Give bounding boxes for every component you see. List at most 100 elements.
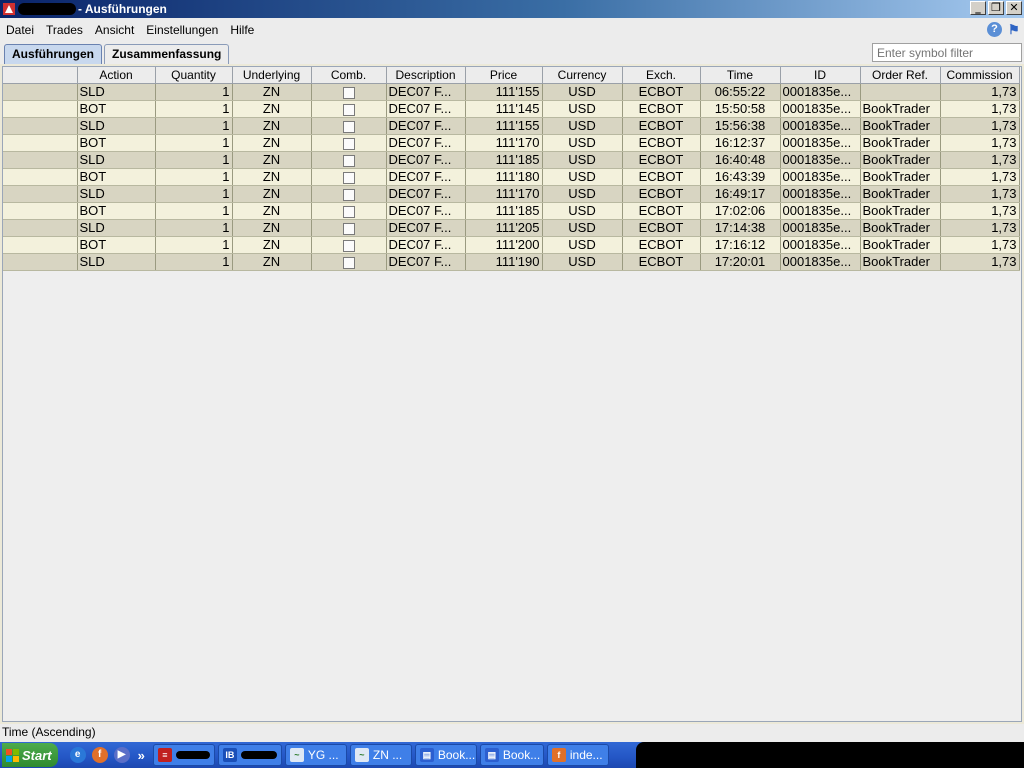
cell-price: 111'170 bbox=[465, 185, 543, 203]
table-row[interactable]: SLD 1 ZN DEC07 F... 111'170 USD ECBOT 16:49:17 0… bbox=[3, 185, 1020, 203]
table-header-row: Action Quantity Underlying Comb. Descrip… bbox=[3, 67, 1020, 84]
task-list: ≡ IB ~ YG ... ~ ZN ... ▤ Book... ▤ Book... f inde..… bbox=[152, 744, 609, 766]
cell-quantity: 1 bbox=[155, 253, 233, 271]
table-row[interactable]: SLD 1 ZN DEC07 F... 111'155 USD ECBOT 15:56:38 0… bbox=[3, 117, 1020, 135]
table-row[interactable]: BOT 1 ZN DEC07 F... 111'200 USD ECBOT 17:16:12 0… bbox=[3, 236, 1020, 254]
taskbar-button[interactable]: ▤ Book... bbox=[479, 744, 544, 766]
cell-action: SLD bbox=[77, 83, 156, 101]
cell-underlying: ZN bbox=[232, 236, 312, 254]
col-header-currency[interactable]: Currency bbox=[542, 67, 623, 84]
redacted-title bbox=[18, 3, 76, 15]
cell-action: BOT bbox=[77, 100, 156, 118]
comb-checkbox[interactable] bbox=[342, 256, 355, 269]
chart-icon: ~ bbox=[289, 748, 304, 762]
cell-action: SLD bbox=[77, 219, 156, 237]
taskbar-button[interactable]: ~ YG ... bbox=[284, 744, 347, 766]
menu-ansicht[interactable]: Ansicht bbox=[95, 23, 134, 37]
cell-description: DEC07 F... bbox=[386, 202, 466, 220]
cell-underlying: ZN bbox=[232, 168, 312, 186]
taskbar-button[interactable]: ≡ bbox=[152, 744, 215, 766]
col-header-exch[interactable]: Exch. bbox=[622, 67, 701, 84]
tab-zusammenfassung[interactable]: Zusammenfassung bbox=[104, 44, 230, 64]
comb-checkbox[interactable] bbox=[342, 222, 355, 235]
menu-hilfe[interactable]: Hilfe bbox=[230, 23, 254, 37]
col-header-price[interactable]: Price bbox=[465, 67, 543, 84]
cell-time: 17:14:38 bbox=[700, 219, 781, 237]
table-row[interactable]: BOT 1 ZN DEC07 F... 111'170 USD ECBOT 16:12:37 0… bbox=[3, 134, 1020, 152]
tab-ausfuehrungen[interactable]: Ausführungen bbox=[4, 44, 102, 64]
cell-comb bbox=[311, 151, 387, 169]
cell-action: BOT bbox=[77, 168, 156, 186]
table-row[interactable]: BOT 1 ZN DEC07 F... 111'145 USD ECBOT 15:50:58 0… bbox=[3, 100, 1020, 118]
cell-action: SLD bbox=[77, 151, 156, 169]
comb-checkbox[interactable] bbox=[342, 137, 355, 150]
col-header-quantity[interactable]: Quantity bbox=[155, 67, 233, 84]
table-row[interactable]: SLD 1 ZN DEC07 F... 111'190 USD ECBOT 17:20:01 0… bbox=[3, 253, 1020, 271]
col-header-id[interactable]: ID bbox=[780, 67, 861, 84]
cell-underlying: ZN bbox=[232, 202, 312, 220]
cell-order-ref: BookTrader bbox=[860, 185, 941, 203]
comb-checkbox[interactable] bbox=[342, 171, 355, 184]
cell-comb bbox=[311, 219, 387, 237]
taskbar-button[interactable]: ▤ Book... bbox=[414, 744, 477, 766]
comb-checkbox[interactable] bbox=[342, 154, 355, 167]
col-header-time[interactable]: Time bbox=[700, 67, 781, 84]
pin-icon[interactable]: ⚑ bbox=[1008, 22, 1020, 37]
taskbar-button[interactable]: IB bbox=[217, 744, 282, 766]
col-header-comb[interactable]: Comb. bbox=[311, 67, 387, 84]
menu-datei[interactable]: Datei bbox=[6, 23, 34, 37]
help-icons: ? ⚑ bbox=[987, 22, 1020, 37]
cell-time: 06:55:22 bbox=[700, 83, 781, 101]
cell-price: 111'205 bbox=[465, 219, 543, 237]
ie-icon[interactable]: e bbox=[69, 747, 86, 763]
comb-checkbox[interactable] bbox=[342, 205, 355, 218]
table-row[interactable]: SLD 1 ZN DEC07 F... 111'205 USD ECBOT 17:14:38 0… bbox=[3, 219, 1020, 237]
minimize-icon[interactable]: _ bbox=[970, 1, 986, 15]
cell-blank bbox=[3, 151, 78, 169]
window-title: - Ausführungen bbox=[78, 2, 167, 16]
cell-exch: ECBOT bbox=[622, 151, 701, 169]
redacted-label bbox=[240, 751, 277, 759]
firefox-icon[interactable]: f bbox=[91, 747, 108, 763]
cell-comb bbox=[311, 236, 387, 254]
restore-icon[interactable]: ❐ bbox=[988, 1, 1004, 15]
cell-action: SLD bbox=[77, 117, 156, 135]
cell-blank bbox=[3, 236, 78, 254]
executions-table-panel[interactable]: Action Quantity Underlying Comb. Descrip… bbox=[2, 66, 1022, 722]
window-titlebar[interactable]: - Ausführungen _ ❐ ✕ bbox=[0, 0, 1024, 18]
comb-checkbox[interactable] bbox=[342, 103, 355, 116]
menu-trades[interactable]: Trades bbox=[46, 23, 83, 37]
cell-description: DEC07 F... bbox=[386, 100, 466, 118]
col-header-blank[interactable] bbox=[3, 67, 78, 84]
taskbar-button[interactable]: f inde... bbox=[546, 744, 609, 766]
comb-checkbox[interactable] bbox=[342, 188, 355, 201]
cell-description: DEC07 F... bbox=[386, 185, 466, 203]
comb-checkbox[interactable] bbox=[342, 86, 355, 99]
chevron-right-icon[interactable]: » bbox=[138, 748, 145, 763]
col-header-order-ref[interactable]: Order Ref. bbox=[860, 67, 941, 84]
col-header-description[interactable]: Description bbox=[386, 67, 466, 84]
redacted-tray bbox=[636, 742, 1024, 768]
table-row[interactable]: SLD 1 ZN DEC07 F... 111'155 USD ECBOT 06:55:22 0… bbox=[3, 83, 1020, 101]
col-header-action[interactable]: Action bbox=[77, 67, 156, 84]
comb-checkbox[interactable] bbox=[342, 120, 355, 133]
symbol-filter-input[interactable] bbox=[872, 43, 1022, 62]
comb-checkbox[interactable] bbox=[342, 239, 355, 252]
cell-blank bbox=[3, 100, 78, 118]
close-icon[interactable]: ✕ bbox=[1006, 1, 1022, 15]
cell-price: 111'170 bbox=[465, 134, 543, 152]
app-icon bbox=[3, 3, 15, 15]
cell-description: DEC07 F... bbox=[386, 134, 466, 152]
table-row[interactable]: SLD 1 ZN DEC07 F... 111'185 USD ECBOT 16:40:48 0… bbox=[3, 151, 1020, 169]
table-row[interactable]: BOT 1 ZN DEC07 F... 111'185 USD ECBOT 17:02:06 0… bbox=[3, 202, 1020, 220]
col-header-commission[interactable]: Commission bbox=[940, 67, 1020, 84]
media-player-icon[interactable]: ▶ bbox=[113, 747, 130, 763]
taskbar-button[interactable]: ~ ZN ... bbox=[349, 744, 412, 766]
table-row[interactable]: BOT 1 ZN DEC07 F... 111'180 USD ECBOT 16:43:39 0… bbox=[3, 168, 1020, 186]
cell-time: 16:43:39 bbox=[700, 168, 781, 186]
menu-einstellungen[interactable]: Einstellungen bbox=[146, 23, 218, 37]
col-header-underlying[interactable]: Underlying bbox=[232, 67, 312, 84]
help-question-icon[interactable]: ? bbox=[987, 22, 1002, 37]
start-button[interactable]: Start bbox=[2, 743, 58, 767]
cell-id: 0001835e... bbox=[780, 253, 861, 271]
